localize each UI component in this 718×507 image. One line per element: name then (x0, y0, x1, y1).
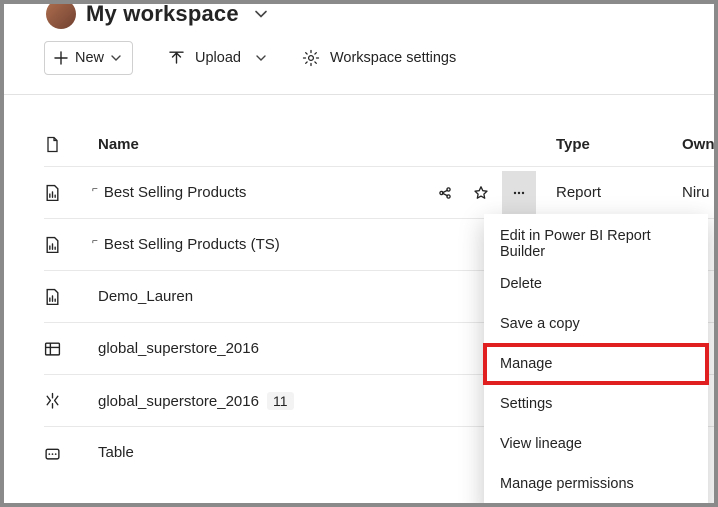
count-chip: 11 (267, 392, 294, 410)
item-name[interactable]: Best Selling Products (TS) (104, 236, 280, 253)
file-icon (44, 136, 61, 153)
chevron-down-icon[interactable] (253, 6, 269, 22)
column-header-type[interactable]: Type (536, 136, 682, 153)
more-options-button[interactable] (502, 171, 536, 215)
table-row[interactable]: ⌐ Best Selling Products ReportNiru (44, 166, 714, 218)
paginated-report-icon (44, 236, 61, 253)
chevron-down-icon (110, 52, 122, 64)
workspace-title: My workspace (86, 4, 239, 27)
plus-icon (53, 50, 69, 66)
chevron-down-icon (255, 52, 267, 64)
gear-icon (302, 49, 320, 67)
dataflow-icon (44, 392, 61, 409)
type-cell: Report (536, 184, 682, 201)
column-header-owner[interactable]: Owner (682, 136, 714, 153)
paginated-report-icon (44, 184, 61, 201)
dataset-icon (44, 340, 61, 357)
upload-icon (168, 50, 185, 67)
report-icon (44, 288, 61, 305)
item-name[interactable]: global_superstore_2016 (98, 393, 259, 410)
column-header-name[interactable]: Name (98, 136, 426, 153)
favorite-button[interactable] (466, 178, 496, 208)
item-name[interactable]: Best Selling Products (104, 184, 247, 201)
divider (4, 94, 714, 95)
workspace-settings-button[interactable]: Workspace settings (302, 41, 456, 75)
workspace-avatar (46, 4, 76, 29)
owner-cell: Niru (682, 184, 714, 201)
new-button-label: New (75, 50, 104, 66)
menu-item-manage[interactable]: Manage (484, 344, 708, 384)
menu-item-delete[interactable]: Delete (484, 264, 708, 304)
upload-button-label: Upload (195, 50, 241, 66)
item-name[interactable]: global_superstore_2016 (98, 340, 259, 357)
menu-item-settings[interactable]: Settings (484, 384, 708, 424)
refresh-marker-icon: ⌐ (92, 236, 98, 247)
menu-item-view-lineage[interactable]: View lineage (484, 424, 708, 464)
item-name[interactable]: Demo_Lauren (98, 288, 193, 305)
share-button[interactable] (430, 178, 460, 208)
item-name[interactable]: Table (98, 444, 134, 461)
datamart-icon (44, 444, 61, 461)
menu-item-save-a-copy[interactable]: Save a copy (484, 304, 708, 344)
workspace-settings-label: Workspace settings (330, 50, 456, 66)
refresh-marker-icon: ⌐ (92, 184, 98, 195)
context-menu: Edit in Power BI Report BuilderDeleteSav… (484, 214, 708, 503)
menu-item-edit-in-power-bi-report-builder[interactable]: Edit in Power BI Report Builder (484, 224, 708, 264)
new-button[interactable]: New (44, 41, 133, 75)
upload-button[interactable]: Upload (168, 41, 267, 75)
menu-item-manage-permissions[interactable]: Manage permissions (484, 464, 708, 503)
